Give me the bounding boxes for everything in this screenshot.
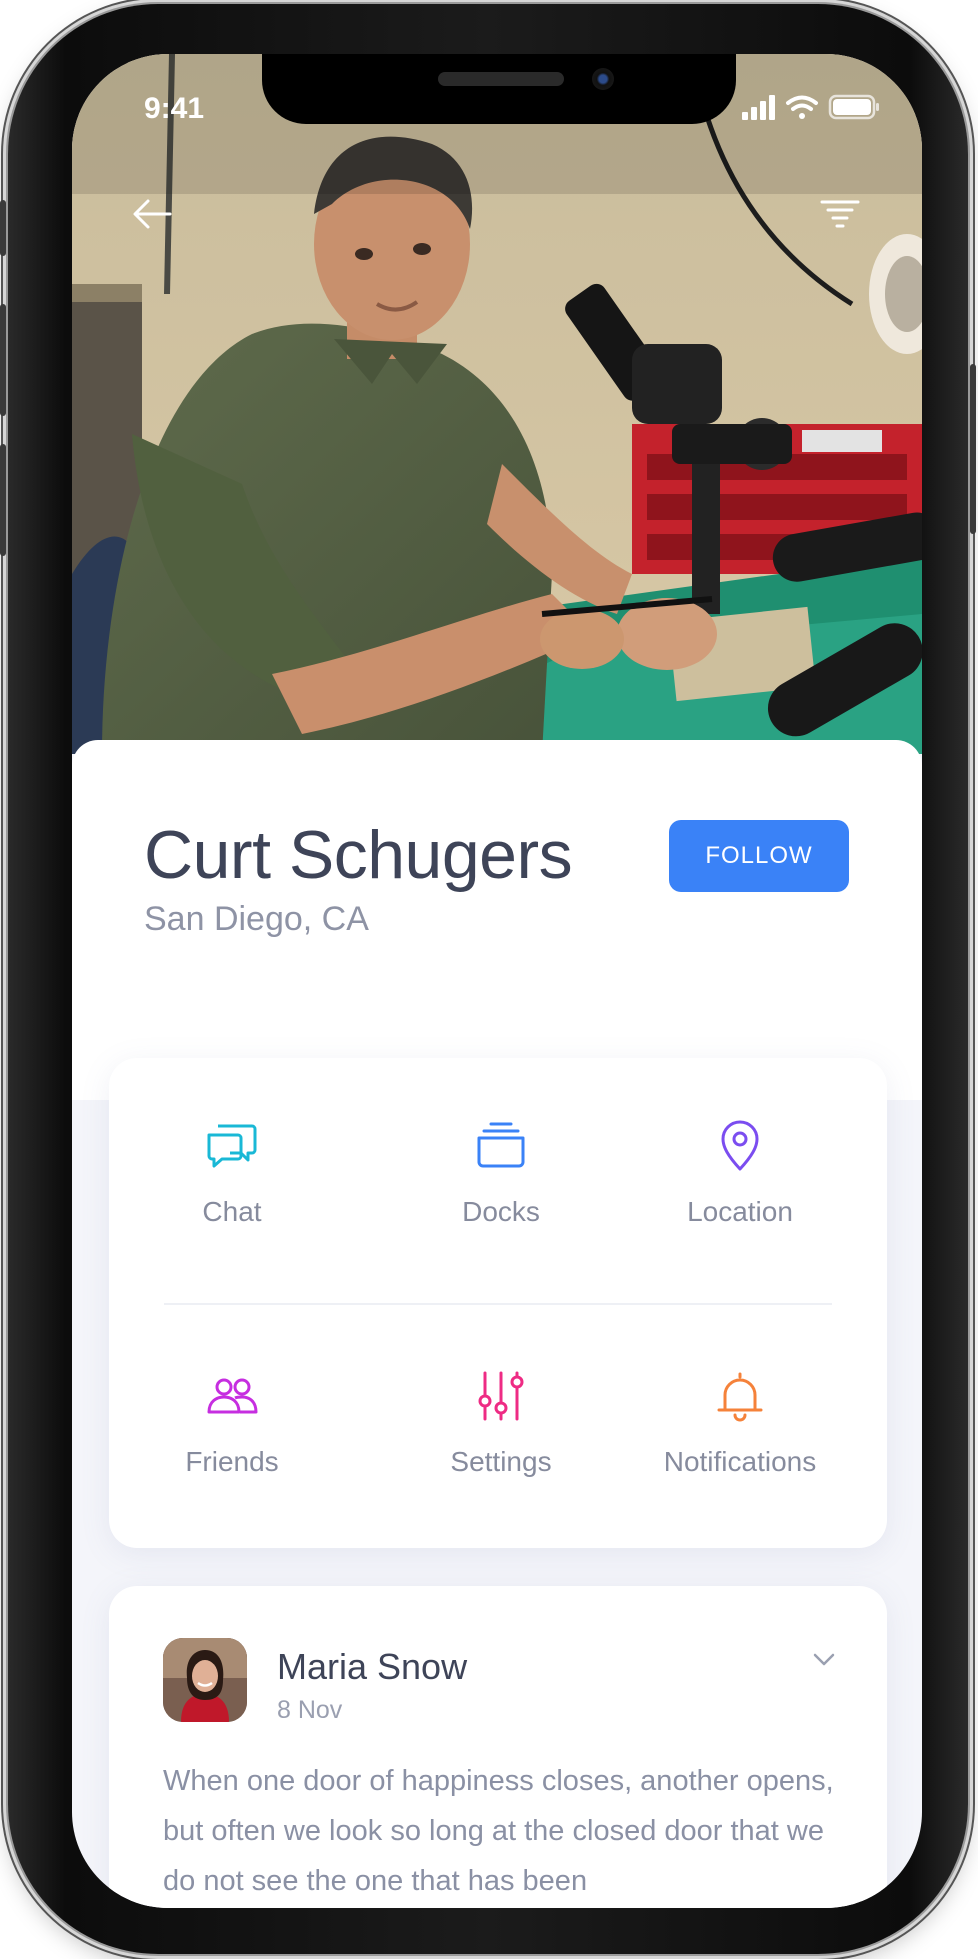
volume-up-button	[0, 304, 6, 416]
menu-item-location[interactable]: Location	[620, 1114, 860, 1254]
post-text: When one door of happiness closes, anoth…	[163, 1765, 834, 1897]
front-camera	[592, 68, 614, 90]
filter-icon[interactable]	[818, 192, 862, 236]
status-icons	[742, 94, 879, 120]
menu-item-label: Location	[687, 1196, 793, 1227]
bell-icon	[717, 1372, 763, 1422]
battery-icon	[828, 94, 879, 120]
phone-screen: 9:41 Curt Schugers San Diego, CA FOLLOW …	[72, 54, 922, 1908]
settings-sliders-icon	[478, 1371, 524, 1421]
back-arrow-icon[interactable]	[130, 192, 174, 236]
menu-item-label: Friends	[185, 1446, 279, 1477]
profile-location: San Diego, CA	[144, 900, 369, 938]
speaker-grille	[438, 72, 564, 86]
docks-icon	[477, 1122, 525, 1168]
menu-divider	[164, 1303, 832, 1305]
avatar-illustration	[163, 1638, 247, 1722]
power-button	[970, 364, 976, 534]
author-avatar[interactable]	[163, 1638, 247, 1722]
chat-icon	[207, 1124, 257, 1168]
menu-item-label: Docks	[462, 1196, 540, 1227]
follow-button[interactable]: FOLLOW	[669, 820, 849, 892]
post-author: Maria Snow	[277, 1646, 468, 1687]
profile-card: Curt Schugers San Diego, CA FOLLOW	[72, 740, 922, 1100]
profile-photo: 9:41	[72, 54, 922, 754]
action-menu: Chat Docks Location Friends Settings Not…	[109, 1058, 887, 1548]
post-date: 8 Nov	[277, 1696, 343, 1724]
chevron-down-icon[interactable]	[807, 1642, 841, 1676]
wifi-icon	[786, 95, 818, 119]
phone-frame: 9:41 Curt Schugers San Diego, CA FOLLOW …	[0, 4, 976, 1954]
menu-item-label: Settings	[450, 1446, 552, 1477]
location-pin-icon	[721, 1120, 759, 1171]
menu-item-notifications[interactable]: Notifications	[620, 1364, 860, 1504]
photo-illustration	[72, 54, 922, 754]
phone-notch	[262, 54, 736, 124]
status-time: 9:41	[144, 92, 205, 125]
menu-item-label: Chat	[202, 1196, 262, 1227]
post-card: Maria Snow 8 Nov When one door of happin…	[109, 1586, 887, 1908]
volume-down-button	[0, 444, 6, 556]
profile-name: Curt Schugers	[144, 817, 573, 893]
menu-item-label: Notifications	[663, 1446, 817, 1477]
menu-item-chat[interactable]: Chat	[112, 1114, 352, 1254]
signal-icon	[742, 95, 775, 120]
menu-item-friends[interactable]: Friends	[112, 1364, 352, 1504]
friends-icon	[207, 1378, 258, 1414]
menu-item-docks[interactable]: Docks	[381, 1114, 621, 1254]
menu-item-settings[interactable]: Settings	[381, 1364, 621, 1504]
mute-switch	[0, 200, 6, 256]
